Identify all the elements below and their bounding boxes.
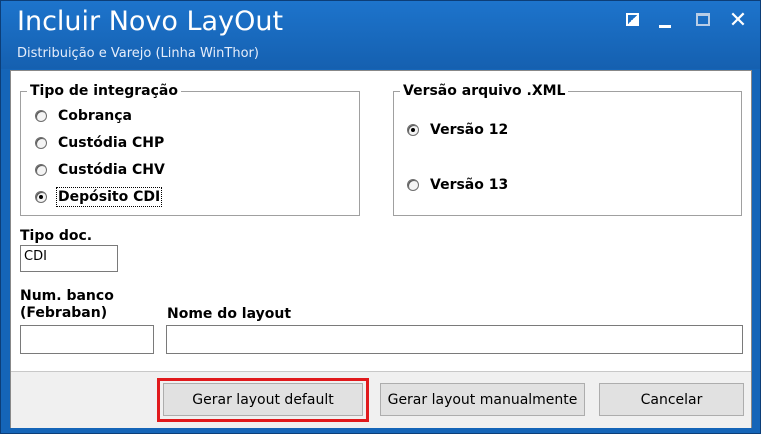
versao-xml-title: Versão arquivo .XML <box>400 83 569 99</box>
tipo-doc-label: Tipo doc. <box>20 228 93 244</box>
dialog-window: Incluir Novo LayOut Distribuição e Varej… <box>0 0 761 434</box>
dialog-body: Tipo de integração Cobrança Custódia CHP… <box>10 70 752 428</box>
radio-versao-13[interactable]: Versão 13 <box>407 177 508 193</box>
restore-icon[interactable] <box>623 10 645 32</box>
radio-label: Custódia CHP <box>58 135 165 151</box>
radio-versao-12[interactable]: Versão 12 <box>407 122 508 138</box>
num-banco-field[interactable] <box>20 325 154 354</box>
cancelar-button[interactable]: Cancelar <box>599 383 744 416</box>
radio-label: Custódia CHV <box>58 162 165 178</box>
radio-label: Depósito CDI <box>55 187 163 207</box>
radio-button[interactable] <box>407 179 419 191</box>
num-banco-label: Num. banco (Febraban) <box>20 288 114 322</box>
radio-button-selected[interactable] <box>35 191 47 203</box>
radio-button-selected[interactable] <box>407 124 419 136</box>
window-subtitle: Distribuição e Varejo (Linha WinThor) <box>17 46 259 61</box>
nome-layout-label: Nome do layout <box>167 306 292 322</box>
title-bar[interactable]: Incluir Novo LayOut Distribuição e Varej… <box>1 1 760 69</box>
radio-button[interactable] <box>35 164 47 176</box>
button-bar: Gerar layout default Gerar layout manual… <box>11 371 751 428</box>
radio-button[interactable] <box>35 137 47 149</box>
radio-custodia-chv[interactable]: Custódia CHV <box>35 162 165 178</box>
radio-label: Cobrança <box>58 108 132 124</box>
highlight-box <box>157 378 369 422</box>
gerar-layout-manualmente-button[interactable]: Gerar layout manualmente <box>380 383 585 416</box>
tipo-integracao-title: Tipo de integração <box>27 83 181 99</box>
radio-cobranca[interactable]: Cobrança <box>35 108 132 124</box>
minimize-icon[interactable] <box>655 10 677 32</box>
versao-xml-group: Versão arquivo .XML Versão 12 Versão 13 <box>393 83 742 216</box>
num-banco-label-line1: Num. banco <box>20 288 114 304</box>
radio-button[interactable] <box>35 110 47 122</box>
window-title: Incluir Novo LayOut <box>17 6 284 37</box>
radio-deposito-cdi[interactable]: Depósito CDI <box>35 187 163 207</box>
nome-layout-field[interactable] <box>166 325 743 354</box>
close-icon[interactable]: ✕ <box>727 10 749 32</box>
tipo-integracao-group: Tipo de integração Cobrança Custódia CHP… <box>20 83 360 216</box>
maximize-icon[interactable] <box>693 10 715 32</box>
num-banco-label-line2: (Febraban) <box>20 305 108 321</box>
radio-label: Versão 12 <box>430 122 509 138</box>
tipo-doc-field[interactable]: CDI <box>20 245 118 272</box>
radio-label: Versão 13 <box>430 177 509 193</box>
radio-custodia-chp[interactable]: Custódia CHP <box>35 135 164 151</box>
